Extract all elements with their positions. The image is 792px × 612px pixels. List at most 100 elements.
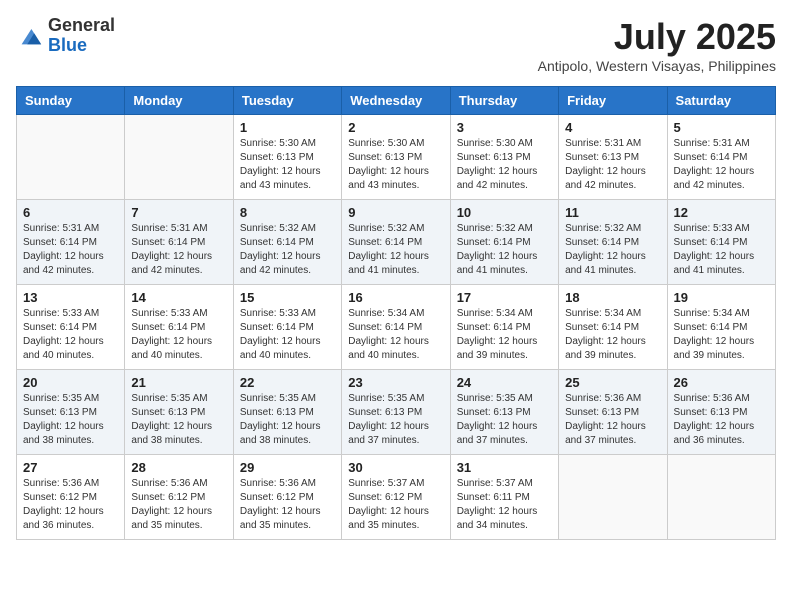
- day-number: 8: [240, 205, 335, 220]
- calendar-cell: 14Sunrise: 5:33 AM Sunset: 6:14 PM Dayli…: [125, 285, 233, 370]
- day-number: 7: [131, 205, 226, 220]
- day-number: 23: [348, 375, 443, 390]
- day-info: Sunrise: 5:34 AM Sunset: 6:14 PM Dayligh…: [457, 307, 552, 363]
- calendar-cell: 4 Sunrise: 5:31 AM Sunset: 6:13 PM Daylig…: [559, 115, 667, 200]
- day-info: Sunrise: 5:35 AM Sunset: 6:13 PM Dayligh…: [23, 392, 118, 448]
- calendar-cell: 12 Sunrise: 5:33 AM Sunset: 6:14 PM Dayli…: [667, 200, 775, 285]
- location-subtitle: Antipolo, Western Visayas, Philippines: [538, 58, 776, 74]
- day-info: Sunrise: 5:32 AM Sunset: 6:14 PM Dayligh…: [565, 222, 660, 278]
- day-number: 13: [23, 290, 118, 305]
- calendar-cell: 15Sunrise: 5:33 AM Sunset: 6:14 PM Dayli…: [233, 285, 341, 370]
- calendar-cell: 27Sunrise: 5:36 AM Sunset: 6:12 PM Dayli…: [17, 455, 125, 540]
- calendar-cell: 23 Sunrise: 5:35 AM Sunset: 6:13 PM Dayli…: [342, 370, 450, 455]
- page-header: General Blue July 2025 Antipolo, Western…: [16, 16, 776, 74]
- day-info: Sunrise: 5:33 AM Sunset: 6:14 PM Dayligh…: [674, 222, 769, 278]
- day-number: 3: [457, 120, 552, 135]
- day-info: Sunrise: 5:33 AM Sunset: 6:14 PM Dayligh…: [23, 307, 118, 363]
- calendar-cell: [17, 115, 125, 200]
- day-info: Sunrise: 5:36 AM Sunset: 6:13 PM Dayligh…: [674, 392, 769, 448]
- title-area: July 2025 Antipolo, Western Visayas, Phi…: [538, 16, 776, 74]
- day-number: 2: [348, 120, 443, 135]
- calendar-cell: 6Sunrise: 5:31 AM Sunset: 6:14 PM Daylig…: [17, 200, 125, 285]
- day-number: 5: [674, 120, 769, 135]
- day-info: Sunrise: 5:35 AM Sunset: 6:13 PM Dayligh…: [348, 392, 443, 448]
- day-number: 31: [457, 460, 552, 475]
- day-info: Sunrise: 5:30 AM Sunset: 6:13 PM Dayligh…: [457, 137, 552, 193]
- day-info: Sunrise: 5:36 AM Sunset: 6:13 PM Dayligh…: [565, 392, 660, 448]
- calendar-cell: 21 Sunrise: 5:35 AM Sunset: 6:13 PM Dayli…: [125, 370, 233, 455]
- logo-icon: [16, 22, 44, 50]
- weekday-header-saturday: Saturday: [667, 87, 775, 115]
- day-info: Sunrise: 5:31 AM Sunset: 6:13 PM Dayligh…: [565, 137, 660, 193]
- day-number: 12: [674, 205, 769, 220]
- day-info: Sunrise: 5:32 AM Sunset: 6:14 PM Dayligh…: [457, 222, 552, 278]
- day-info: Sunrise: 5:34 AM Sunset: 6:14 PM Dayligh…: [348, 307, 443, 363]
- calendar-cell: [559, 455, 667, 540]
- day-number: 10: [457, 205, 552, 220]
- calendar-cell: 5 Sunrise: 5:31 AM Sunset: 6:14 PM Daylig…: [667, 115, 775, 200]
- day-info: Sunrise: 5:33 AM Sunset: 6:14 PM Dayligh…: [240, 307, 335, 363]
- calendar-cell: 2Sunrise: 5:30 AM Sunset: 6:13 PM Daylig…: [342, 115, 450, 200]
- day-number: 11: [565, 205, 660, 220]
- weekday-header-friday: Friday: [559, 87, 667, 115]
- day-info: Sunrise: 5:30 AM Sunset: 6:13 PM Dayligh…: [240, 137, 335, 193]
- calendar-table: SundayMondayTuesdayWednesdayThursdayFrid…: [16, 86, 776, 540]
- weekday-header-wednesday: Wednesday: [342, 87, 450, 115]
- calendar-week-row: 20 Sunrise: 5:35 AM Sunset: 6:13 PM Dayli…: [17, 370, 776, 455]
- day-number: 4: [565, 120, 660, 135]
- weekday-header-thursday: Thursday: [450, 87, 558, 115]
- calendar-cell: 30 Sunrise: 5:37 AM Sunset: 6:12 PM Dayli…: [342, 455, 450, 540]
- calendar-cell: 26 Sunrise: 5:36 AM Sunset: 6:13 PM Dayli…: [667, 370, 775, 455]
- day-number: 22: [240, 375, 335, 390]
- calendar-cell: 16 Sunrise: 5:34 AM Sunset: 6:14 PM Dayli…: [342, 285, 450, 370]
- day-number: 20: [23, 375, 118, 390]
- weekday-header-sunday: Sunday: [17, 87, 125, 115]
- day-number: 18: [565, 290, 660, 305]
- day-number: 1: [240, 120, 335, 135]
- calendar-cell: 19Sunrise: 5:34 AM Sunset: 6:14 PM Dayli…: [667, 285, 775, 370]
- day-info: Sunrise: 5:31 AM Sunset: 6:14 PM Dayligh…: [674, 137, 769, 193]
- calendar-cell: 1 Sunrise: 5:30 AM Sunset: 6:13 PM Daylig…: [233, 115, 341, 200]
- calendar-cell: 20 Sunrise: 5:35 AM Sunset: 6:13 PM Dayli…: [17, 370, 125, 455]
- calendar-cell: 10 Sunrise: 5:32 AM Sunset: 6:14 PM Dayli…: [450, 200, 558, 285]
- calendar-cell: 7 Sunrise: 5:31 AM Sunset: 6:14 PM Daylig…: [125, 200, 233, 285]
- day-number: 6: [23, 205, 118, 220]
- calendar-cell: 29Sunrise: 5:36 AM Sunset: 6:12 PM Dayli…: [233, 455, 341, 540]
- day-number: 17: [457, 290, 552, 305]
- month-title: July 2025: [538, 16, 776, 58]
- day-number: 16: [348, 290, 443, 305]
- calendar-cell: 17 Sunrise: 5:34 AM Sunset: 6:14 PM Dayli…: [450, 285, 558, 370]
- weekday-header-monday: Monday: [125, 87, 233, 115]
- day-number: 19: [674, 290, 769, 305]
- logo: General Blue: [16, 16, 115, 56]
- day-info: Sunrise: 5:33 AM Sunset: 6:14 PM Dayligh…: [131, 307, 226, 363]
- day-info: Sunrise: 5:35 AM Sunset: 6:13 PM Dayligh…: [240, 392, 335, 448]
- calendar-cell: 8 Sunrise: 5:32 AM Sunset: 6:14 PM Daylig…: [233, 200, 341, 285]
- day-number: 25: [565, 375, 660, 390]
- calendar-cell: [667, 455, 775, 540]
- calendar-week-row: 27Sunrise: 5:36 AM Sunset: 6:12 PM Dayli…: [17, 455, 776, 540]
- day-number: 26: [674, 375, 769, 390]
- calendar-cell: 18 Sunrise: 5:34 AM Sunset: 6:14 PM Dayli…: [559, 285, 667, 370]
- calendar-cell: [125, 115, 233, 200]
- day-number: 28: [131, 460, 226, 475]
- day-number: 21: [131, 375, 226, 390]
- day-info: Sunrise: 5:31 AM Sunset: 6:14 PM Dayligh…: [131, 222, 226, 278]
- day-info: Sunrise: 5:36 AM Sunset: 6:12 PM Dayligh…: [23, 477, 118, 533]
- calendar-cell: 31 Sunrise: 5:37 AM Sunset: 6:11 PM Dayli…: [450, 455, 558, 540]
- day-info: Sunrise: 5:34 AM Sunset: 6:14 PM Dayligh…: [565, 307, 660, 363]
- day-number: 30: [348, 460, 443, 475]
- logo-text: General Blue: [48, 16, 115, 56]
- calendar-cell: 22 Sunrise: 5:35 AM Sunset: 6:13 PM Dayli…: [233, 370, 341, 455]
- day-info: Sunrise: 5:36 AM Sunset: 6:12 PM Dayligh…: [240, 477, 335, 533]
- weekday-header-row: SundayMondayTuesdayWednesdayThursdayFrid…: [17, 87, 776, 115]
- day-info: Sunrise: 5:37 AM Sunset: 6:11 PM Dayligh…: [457, 477, 552, 533]
- day-info: Sunrise: 5:37 AM Sunset: 6:12 PM Dayligh…: [348, 477, 443, 533]
- calendar-cell: 11 Sunrise: 5:32 AM Sunset: 6:14 PM Dayli…: [559, 200, 667, 285]
- day-info: Sunrise: 5:35 AM Sunset: 6:13 PM Dayligh…: [457, 392, 552, 448]
- day-info: Sunrise: 5:32 AM Sunset: 6:14 PM Dayligh…: [240, 222, 335, 278]
- day-info: Sunrise: 5:36 AM Sunset: 6:12 PM Dayligh…: [131, 477, 226, 533]
- calendar-week-row: 1 Sunrise: 5:30 AM Sunset: 6:13 PM Daylig…: [17, 115, 776, 200]
- day-info: Sunrise: 5:35 AM Sunset: 6:13 PM Dayligh…: [131, 392, 226, 448]
- calendar-cell: 24Sunrise: 5:35 AM Sunset: 6:13 PM Dayli…: [450, 370, 558, 455]
